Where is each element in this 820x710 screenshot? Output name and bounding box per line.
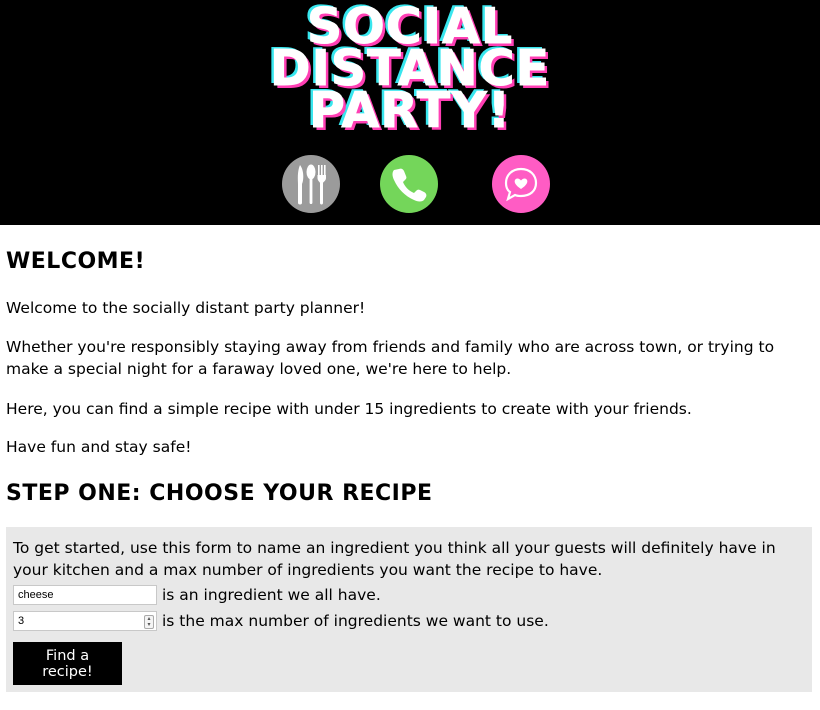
ingredient-row: cheese is an ingredient we all have. [13, 584, 381, 606]
site-header: SOCIAL DISTANCE PARTY! [0, 0, 820, 225]
max-ingredients-value: 3 [18, 615, 25, 627]
phone-icon[interactable] [380, 155, 438, 213]
dining-utensils-icon[interactable] [282, 155, 340, 213]
ingredient-input[interactable]: cheese [13, 585, 157, 605]
heart-chat-icon[interactable] [492, 155, 550, 213]
max-ingredients-label: is the max number of ingredients we want… [162, 612, 549, 630]
stepper-arrows-icon[interactable]: ▴ ▾ [144, 615, 154, 629]
form-intro-text: To get started, use this form to name an… [13, 539, 776, 579]
welcome-paragraph-2: Whether you're responsibly staying away … [6, 338, 775, 378]
site-logo[interactable]: SOCIAL DISTANCE PARTY! [230, 2, 590, 136]
welcome-paragraph-3: Here, you can find a simple recipe with … [6, 400, 692, 418]
welcome-heading: WELCOME! [6, 249, 146, 274]
max-ingredients-input[interactable]: 3 ▴ ▾ [13, 611, 157, 631]
find-recipe-button[interactable]: Find a recipe! [13, 642, 122, 685]
ingredient-input-value: cheese [18, 589, 54, 601]
welcome-paragraph-4: Have fun and stay safe! [6, 438, 192, 456]
step-one-heading: STEP ONE: CHOOSE YOUR RECIPE [6, 481, 433, 506]
welcome-paragraph-1: Welcome to the socially distant party pl… [6, 299, 366, 317]
recipe-form: To get started, use this form to name an… [6, 527, 812, 692]
ingredient-label: is an ingredient we all have. [162, 586, 381, 604]
max-ingredients-row: 3 ▴ ▾ is the max number of ingredients we… [13, 610, 549, 632]
